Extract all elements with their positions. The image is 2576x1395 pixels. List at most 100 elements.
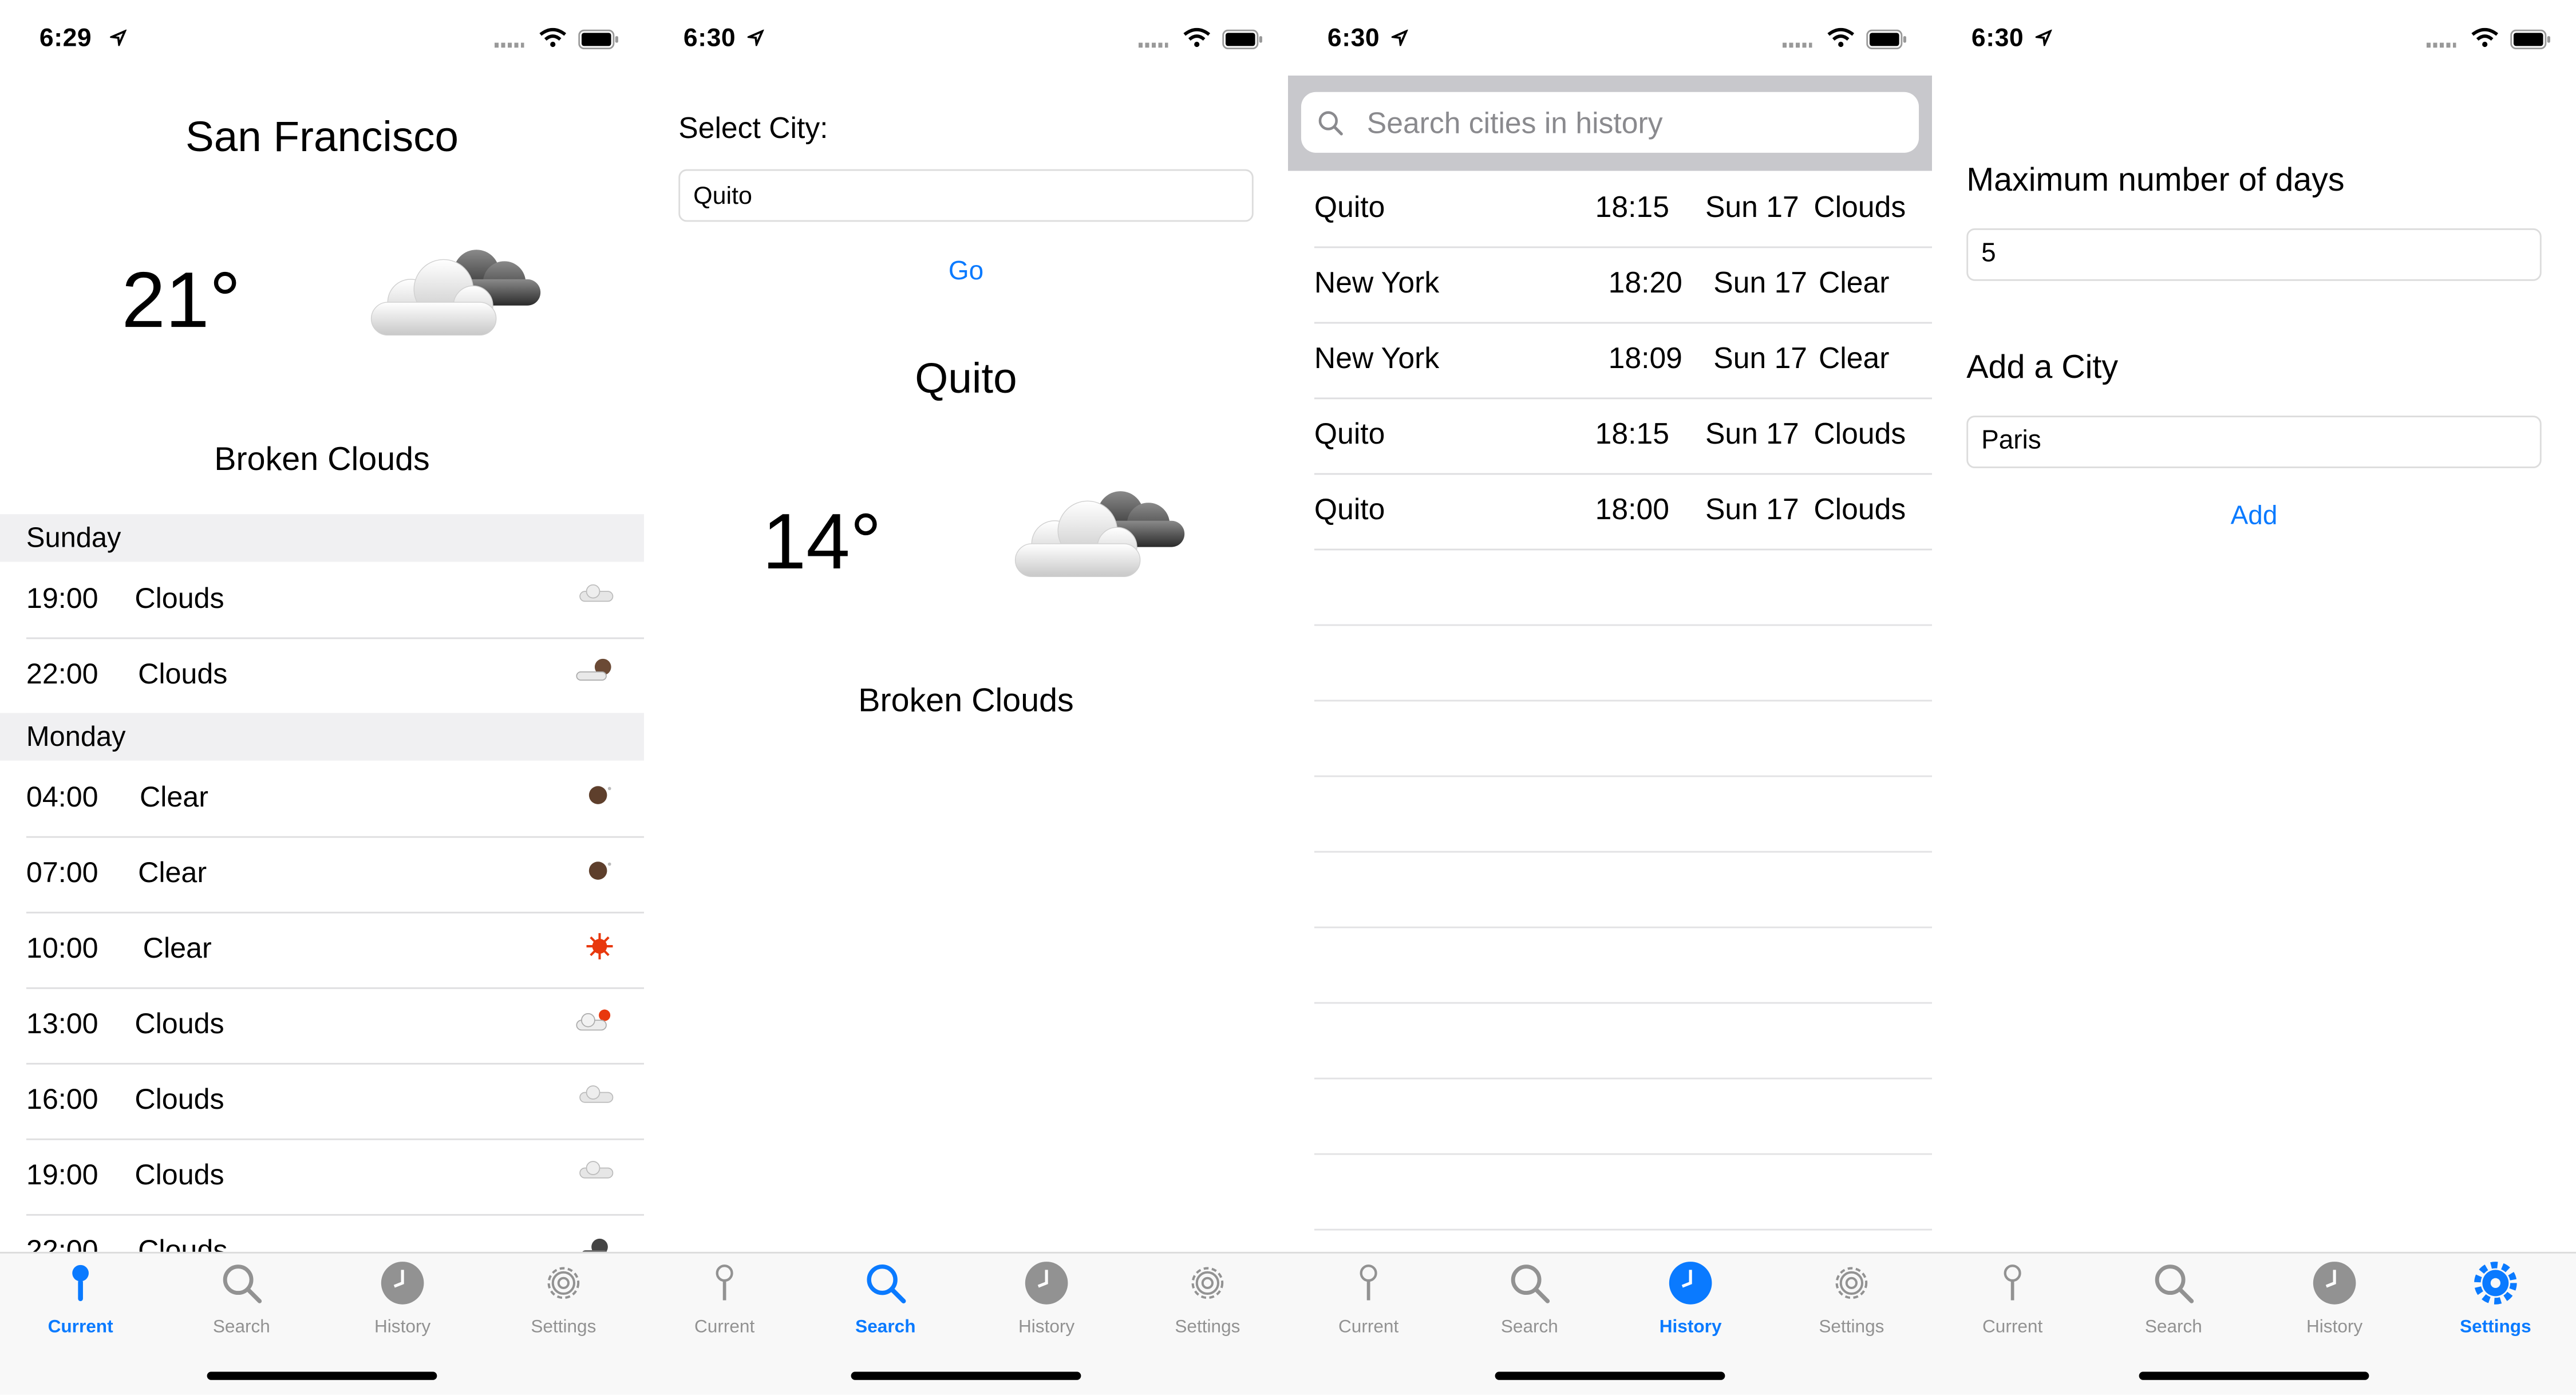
history-search-input[interactable] [1364, 92, 1906, 156]
forecast-condition: Clear [138, 856, 207, 889]
history-condition: Clouds [1814, 417, 1906, 450]
forecast-condition: Clear [139, 780, 208, 813]
home-indicator[interactable] [2139, 1372, 2369, 1380]
battery-icon [1222, 29, 1262, 50]
wifi-icon [539, 27, 567, 48]
history-row[interactable]: New York 18:09 Sun 17 Clear [1314, 322, 1933, 400]
tab-settings[interactable]: Settings [1771, 1260, 1932, 1337]
history-condition: Clear [1818, 341, 1890, 375]
moon-icon [588, 786, 611, 804]
tab-search[interactable]: Search [1449, 1260, 1610, 1337]
history-screen: 6:30 Quito 18:15 Sun 17 Clouds New York … [1288, 0, 1933, 1395]
max-days-field[interactable] [1966, 228, 2542, 281]
history-row[interactable]: Quito 18:15 Sun 17 Clouds [1314, 398, 1933, 475]
history-search-bar[interactable] [1301, 92, 1919, 156]
tab-history[interactable]: History [2254, 1260, 2415, 1337]
history-row[interactable]: New York 18:20 Sun 17 Clear [1314, 246, 1933, 324]
location-arrow-icon [2035, 29, 2052, 46]
history-date: Sun 17 [1713, 266, 1808, 299]
history-condition: Clear [1818, 266, 1890, 299]
gear-icon [1191, 1267, 1224, 1299]
cloud-icon [579, 1085, 614, 1103]
forecast-time: 10:00 [26, 931, 98, 965]
empty-row [1314, 625, 1933, 702]
forecast-row[interactable]: 10:00 Clear [26, 912, 645, 989]
status-time: 6:30 [1327, 25, 1380, 53]
history-condition: Clouds [1814, 492, 1906, 526]
empty-row [1314, 851, 1933, 928]
forecast-row[interactable]: 19:00 Clouds [26, 1139, 645, 1216]
tab-label: Current [48, 1317, 113, 1338]
forecast-time: 19:00 [26, 1158, 98, 1191]
search-screen: 6:30 Select City: Go Quito 14° Broken Cl… [644, 0, 1289, 1395]
broken-clouds-icon [1014, 491, 1185, 578]
forecast-row[interactable]: 19:00 Clouds [26, 562, 645, 639]
tab-settings[interactable]: Settings [483, 1260, 644, 1337]
battery-icon [578, 29, 618, 50]
city-input[interactable] [680, 171, 1252, 220]
cloud-icon [579, 1161, 614, 1179]
weather-description: Broken Clouds [214, 442, 430, 479]
add-city-field[interactable] [1966, 416, 2542, 468]
add-city-input[interactable] [1968, 417, 2540, 467]
forecast-time: 07:00 [26, 856, 98, 889]
forecast-row[interactable]: 07:00 Clear [26, 836, 645, 914]
home-indicator[interactable] [1495, 1372, 1725, 1380]
history-time: 18:00 [1595, 492, 1669, 526]
city-input-field[interactable] [678, 169, 1254, 222]
max-days-input[interactable] [1968, 230, 2540, 279]
battery-icon [1866, 29, 1906, 50]
history-row[interactable]: Quito 18:00 Sun 17 Clouds [1314, 473, 1933, 551]
forecast-condition: Clear [143, 931, 212, 965]
forecast-time: 19:00 [26, 581, 98, 615]
tab-settings[interactable]: Settings [1127, 1260, 1288, 1337]
empty-row [1314, 549, 1933, 626]
history-city: New York [1314, 341, 1440, 375]
tab-settings[interactable]: Settings [2415, 1260, 2576, 1337]
location-arrow-icon [747, 29, 764, 46]
forecast-row[interactable]: 22:00 Clouds [26, 638, 645, 715]
history-row[interactable]: Quito 18:15 Sun 17 Clouds [1314, 171, 1933, 248]
history-city: New York [1314, 266, 1440, 299]
location-arrow-icon [1391, 29, 1408, 46]
status-bar: 6:30 [644, 0, 1288, 76]
gear-icon [2474, 1262, 2517, 1305]
search-icon [2155, 1264, 2194, 1303]
forecast-row[interactable]: 16:00 Clouds [26, 1063, 645, 1140]
tab-label: History [1659, 1317, 1722, 1338]
history-city: Quito [1314, 190, 1385, 224]
go-button[interactable]: Go [644, 258, 1288, 288]
forecast-time: 04:00 [26, 780, 98, 813]
tab-current[interactable]: Current [0, 1260, 161, 1337]
forecast-row[interactable]: 13:00 Clouds [26, 987, 645, 1065]
tab-history[interactable]: History [966, 1260, 1127, 1337]
tab-search[interactable]: Search [2093, 1260, 2254, 1337]
tab-history[interactable]: History [1610, 1260, 1771, 1337]
forecast-row[interactable]: 04:00 Clear [26, 761, 645, 838]
tab-search[interactable]: Search [161, 1260, 322, 1337]
tab-label: Search [1500, 1317, 1558, 1338]
search-bar-container [1288, 76, 1933, 171]
status-time: 6:29 [39, 25, 92, 53]
tab-current[interactable]: Current [644, 1260, 805, 1337]
empty-row [1314, 1153, 1933, 1231]
tab-search[interactable]: Search [805, 1260, 966, 1337]
tab-current[interactable]: Current [1932, 1260, 2093, 1337]
forecast-condition: Clouds [138, 657, 228, 690]
tab-label: Search [212, 1317, 270, 1338]
history-time: 18:09 [1608, 341, 1682, 375]
tab-label: History [1018, 1317, 1075, 1338]
tab-current[interactable]: Current [1288, 1260, 1449, 1337]
tab-history[interactable]: History [322, 1260, 483, 1337]
home-indicator[interactable] [851, 1372, 1081, 1380]
forecast-time: 16:00 [26, 1082, 98, 1116]
history-city: Quito [1314, 492, 1385, 526]
settings-screen: 6:30 Maximum number of days Add a City A… [1932, 0, 2576, 1395]
home-indicator[interactable] [207, 1372, 437, 1380]
tab-label: Settings [1175, 1317, 1240, 1338]
forecast-condition: Clouds [135, 581, 224, 615]
empty-row [1314, 927, 1933, 1004]
add-button[interactable]: Add [1932, 503, 2576, 532]
cloud-sun-icon [576, 1009, 611, 1031]
temperature: 21° [121, 258, 241, 345]
